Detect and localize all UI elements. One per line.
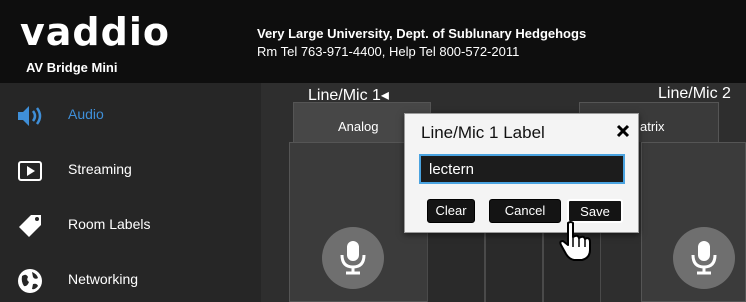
- speaker-icon: [18, 106, 42, 126]
- vaddio-logo: vaddio AV Bridge Mini: [20, 10, 170, 75]
- label-dialog: Line/Mic 1 Label Clear Cancel Save: [404, 113, 639, 233]
- room-title: Very Large University, Dept. of Sublunar…: [257, 26, 587, 41]
- channel-label-line-mic-2[interactable]: Line/Mic 2: [658, 85, 731, 103]
- globe-icon: [18, 269, 42, 293]
- play-icon: [18, 161, 42, 181]
- product-name: AV Bridge Mini: [26, 60, 118, 75]
- hand-cursor-icon: [559, 221, 591, 261]
- sidebar-nav: Audio Streaming Room Labels Networking: [0, 83, 261, 302]
- room-phones: Rm Tel 763-971-4400, Help Tel 800-572-20…: [257, 44, 520, 59]
- microphone-icon: [691, 241, 717, 275]
- sidebar-item-label: Networking: [68, 271, 139, 287]
- dialog-title: Line/Mic 1 Label: [421, 123, 545, 142]
- sidebar-item-room-labels[interactable]: Room Labels: [0, 199, 261, 253]
- sidebar-item-label: Audio: [68, 106, 104, 122]
- close-icon[interactable]: [615, 123, 631, 139]
- clear-button[interactable]: Clear: [427, 199, 475, 223]
- tag-icon: [19, 215, 41, 237]
- channel-label-line-mic-1[interactable]: Line/Mic 1◂: [308, 85, 389, 105]
- tab-label: Analog: [338, 119, 379, 134]
- mic-mute-button-2[interactable]: [673, 227, 735, 289]
- app-header: vaddio AV Bridge Mini Very Large Univers…: [0, 0, 746, 83]
- label-input[interactable]: [419, 154, 625, 184]
- sidebar-item-networking[interactable]: Networking: [0, 254, 261, 302]
- sidebar-item-streaming[interactable]: Streaming: [0, 144, 261, 198]
- sidebar-item-audio[interactable]: Audio: [0, 89, 261, 143]
- cancel-button[interactable]: Cancel: [489, 199, 561, 223]
- logo-wordmark: vaddio: [20, 10, 170, 54]
- tab-label: atrix: [640, 119, 665, 134]
- mic-mute-button-1[interactable]: [322, 227, 384, 289]
- microphone-icon: [340, 241, 366, 275]
- sidebar-item-label: Room Labels: [68, 216, 151, 232]
- sidebar-item-label: Streaming: [68, 161, 132, 177]
